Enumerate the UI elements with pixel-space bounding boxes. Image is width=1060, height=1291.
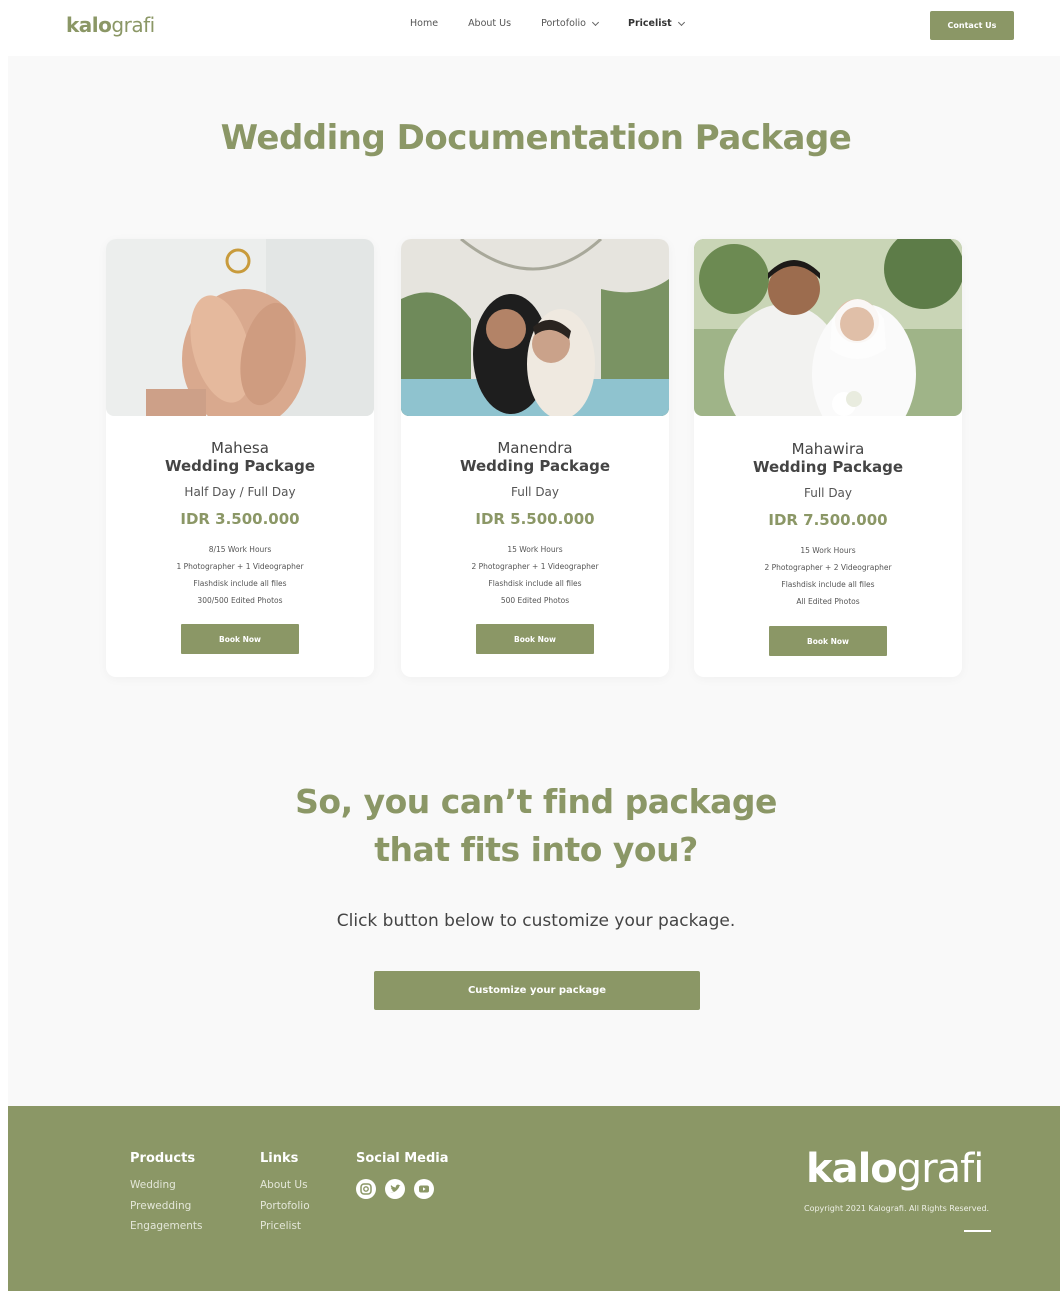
footer-logo[interactable]: kalografi [806, 1146, 984, 1192]
footer: Products Wedding Prewedding Engagements … [8, 1106, 1060, 1291]
package-name: Mahawira Wedding Package [752, 440, 904, 476]
footer-products-heading: Products [130, 1151, 196, 1166]
package-duration: Half Day / Full Day [184, 485, 296, 499]
instagram-icon[interactable] [356, 1179, 376, 1199]
feature-item: 2 Photographer + 2 Videographer [764, 563, 892, 572]
feature-item: 15 Work Hours [800, 546, 856, 555]
cta-heading-line1: So, you can’t find package [295, 782, 777, 821]
book-now-button[interactable]: Book Now [476, 624, 594, 654]
footer-links-heading: Links [260, 1151, 299, 1166]
feature-item: Flashdisk include all files [488, 579, 582, 588]
footer-link-prewedding[interactable]: Prewedding [130, 1200, 202, 1221]
footer-link-portofolio[interactable]: Portofolio [260, 1200, 310, 1221]
nav-links: Home About Us Portofolio Pricelist [410, 18, 714, 29]
package-features: 8/15 Work Hours 1 Photographer + 1 Video… [106, 541, 374, 609]
footer-social-heading: Social Media [356, 1151, 449, 1166]
social-icons [356, 1179, 449, 1199]
nav-home-link[interactable]: Home [410, 18, 438, 29]
feature-item: Flashdisk include all files [781, 580, 875, 589]
footer-link-pricelist[interactable]: Pricelist [260, 1220, 310, 1241]
package-card-manendra: Manendra Wedding Package Full Day IDR 5.5… [401, 239, 669, 677]
feature-item: 8/15 Work Hours [208, 545, 272, 554]
customize-package-button[interactable]: Customize your package [374, 971, 700, 1010]
footer-social: Social Media [356, 1151, 449, 1199]
package-duration: Full Day [803, 486, 853, 500]
package-name: Manendra Wedding Package [459, 439, 611, 475]
package-price: IDR 3.500.000 [180, 510, 300, 528]
feature-item: 15 Work Hours [507, 545, 563, 554]
book-now-button[interactable]: Book Now [769, 626, 887, 656]
youtube-icon[interactable] [414, 1179, 434, 1199]
package-photo [401, 239, 669, 416]
feature-item: All Edited Photos [796, 597, 860, 606]
top-navbar: kalografi Home About Us Portofolio Price… [0, 0, 1060, 56]
page-title: Wedding Documentation Package [220, 118, 852, 158]
nav-about-link[interactable]: About Us [468, 18, 511, 29]
package-card-mahawira: Mahawira Wedding Package Full Day IDR 7.5… [694, 239, 962, 677]
book-now-button[interactable]: Book Now [181, 624, 299, 654]
footer-links: Links About Us Portofolio Pricelist [260, 1151, 310, 1241]
feature-item: 300/500 Edited Photos [197, 596, 283, 605]
cta-subtitle: Click button below to customize your pac… [336, 911, 736, 931]
package-price: IDR 5.500.000 [475, 510, 595, 528]
package-card-mahesa: Mahesa Wedding Package Half Day / Full Da… [106, 239, 374, 677]
footer-products: Products Wedding Prewedding Engagements [130, 1151, 202, 1241]
package-price: IDR 7.500.000 [768, 511, 888, 529]
footer-link-wedding[interactable]: Wedding [130, 1179, 202, 1200]
footer-link-engagements[interactable]: Engagements [130, 1220, 202, 1241]
contact-us-button[interactable]: Contact Us [930, 11, 1014, 40]
footer-link-about[interactable]: About Us [260, 1179, 310, 1200]
package-name: Mahesa Wedding Package [164, 439, 316, 475]
copyright-text: Copyright 2021 Kalografi. All Rights Res… [804, 1204, 990, 1213]
feature-item: 500 Edited Photos [500, 596, 570, 605]
feature-item: 2 Photographer + 1 Videographer [471, 562, 599, 571]
package-features: 15 Work Hours 2 Photographer + 1 Videogr… [401, 541, 669, 609]
package-photo [106, 239, 374, 416]
cta-heading: So, you can’t find package that fits int… [0, 778, 1060, 874]
package-duration: Full Day [510, 485, 560, 499]
package-photo [694, 239, 962, 416]
feature-item: 1 Photographer + 1 Videographer [176, 562, 304, 571]
nav-portofolio-dropdown[interactable]: Portofolio [541, 18, 600, 29]
twitter-icon[interactable] [385, 1179, 405, 1199]
logo[interactable]: kalografi [66, 13, 155, 37]
footer-divider [964, 1230, 991, 1232]
chevron-down-icon [677, 18, 685, 26]
cta-heading-line2: that fits into you? [374, 830, 698, 869]
nav-pricelist-dropdown[interactable]: Pricelist [628, 18, 685, 29]
package-features: 15 Work Hours 2 Photographer + 2 Videogr… [694, 542, 962, 610]
chevron-down-icon [591, 18, 600, 26]
feature-item: Flashdisk include all files [193, 579, 287, 588]
